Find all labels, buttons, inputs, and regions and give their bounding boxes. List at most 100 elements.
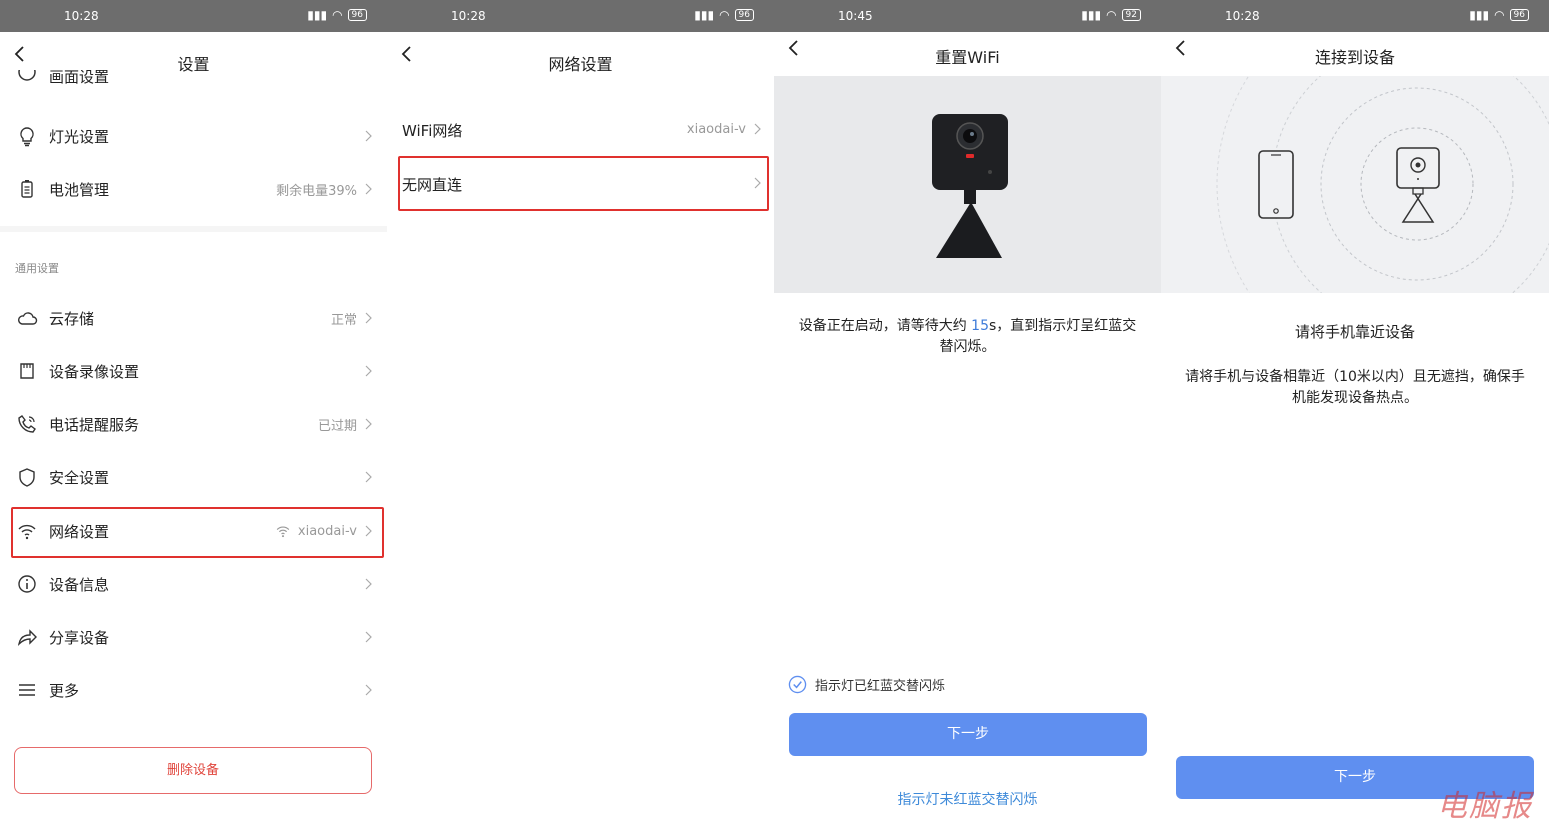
proximity-illustration: [1161, 76, 1549, 293]
page-title: 连接到设备: [1314, 48, 1395, 67]
battery-status-icon: 92: [1121, 9, 1141, 21]
camera-illustration: [774, 76, 1161, 293]
wifi-status-icon: ◠: [1106, 8, 1117, 22]
settings-item-recording[interactable]: 设备录像设置: [0, 345, 387, 397]
section-label: 通用设置: [15, 262, 59, 275]
settings-item-cloud[interactable]: 云存储 正常: [0, 292, 387, 344]
signal-icon: ▮▮▮: [307, 8, 328, 22]
chevron-right-icon: [365, 130, 372, 142]
share-icon: [17, 629, 37, 647]
chevron-right-icon: [365, 684, 372, 696]
signal-icon: ▮▮▮: [694, 8, 715, 22]
cloud-icon: [18, 312, 38, 325]
battery-status-icon: 96: [734, 9, 754, 21]
settings-item-label: 更多: [49, 681, 80, 700]
status-time: 10:28: [64, 9, 99, 23]
bulb-icon: [20, 127, 34, 147]
chevron-right-icon: [365, 183, 372, 195]
status-time: 10:28: [451, 9, 486, 23]
confirm-checkbox-row[interactable]: 指示灯已红蓝交替闪烁: [788, 675, 945, 694]
signal-rings-icon: [1216, 76, 1549, 293]
signal-icon: ▮▮▮: [1081, 8, 1102, 22]
settings-item-label: 云存储: [49, 309, 95, 328]
status-bar: 10:45 ▮▮▮ ◠ 92: [774, 0, 1161, 32]
nav-bar: 重置WiFi: [774, 32, 1161, 78]
status-bar: 10:28 ▮▮▮ ◠ 96: [1161, 0, 1549, 32]
heading-text: 请将手机靠近设备: [1294, 323, 1415, 341]
settings-item-device-info[interactable]: 设备信息: [0, 558, 387, 610]
status-icons: ▮▮▮ ◠ 96: [694, 8, 754, 22]
status-time: 10:45: [838, 9, 873, 23]
phone-icon: [18, 415, 36, 433]
highlight-box-network: [11, 507, 384, 558]
instruction-text: 请将手机与设备相靠近（10米以内）且无遮挡，确保手机能发现设备热点。: [1185, 369, 1525, 406]
row-value: xiaodai-v: [686, 122, 746, 137]
settings-item-battery[interactable]: 电池管理 剩余电量39%: [0, 163, 387, 215]
not-blinking-link[interactable]: 指示灯未红蓝交替闪烁: [774, 789, 1161, 809]
settings-item-value: 已过期: [317, 418, 357, 434]
phone-device-icon: [1258, 150, 1294, 219]
menu-icon: [19, 684, 35, 696]
instruction-text-part1: 设备正在启动，请等待大约: [798, 318, 972, 334]
chevron-right-icon: [365, 631, 372, 643]
battery-status-icon: 96: [347, 9, 367, 21]
connect-device-panel: 10:28 ▮▮▮ ◠ 96 连接到设备 请将手机靠近设备 请将手机与设备相靠近…: [1161, 0, 1549, 839]
chevron-right-icon: [365, 312, 372, 324]
status-time: 10:28: [1225, 9, 1260, 23]
highlight-box-direct-connect: [398, 156, 769, 211]
settings-item-label: 分享设备: [49, 628, 110, 647]
settings-item-phone-alert[interactable]: 电话提醒服务 已过期: [0, 398, 387, 450]
network-settings-panel: 10:28 ▮▮▮ ◠ 96 网络设置 WiFi网络 xiaodai-v 无网直…: [387, 0, 774, 839]
shield-icon: [19, 468, 35, 487]
section-divider: [0, 226, 387, 232]
partial-row: 画面设置: [0, 70, 387, 92]
settings-item-label: 安全设置: [49, 468, 110, 487]
camera-device-icon: [932, 114, 1008, 258]
delete-device-button[interactable]: 删除设备: [14, 747, 372, 794]
settings-item-light[interactable]: 灯光设置: [0, 110, 387, 162]
settings-item-label: 电话提醒服务: [49, 415, 140, 434]
camera-outline-icon: [1396, 147, 1440, 223]
checkbox-label: 指示灯已红蓝交替闪烁: [815, 679, 946, 694]
status-icons: ▮▮▮ ◠ 96: [307, 8, 367, 22]
wifi-status-icon: ◠: [719, 8, 730, 22]
nav-bar: 连接到设备: [1161, 32, 1549, 78]
instruction-text: 设备正在启动，请等待大约 15s，直到指示灯呈红蓝交替闪烁。: [794, 316, 1141, 358]
chevron-right-icon: [365, 471, 372, 483]
settings-item-security[interactable]: 安全设置: [0, 451, 387, 503]
page-title: 重置WiFi: [935, 48, 1000, 67]
check-circle-icon[interactable]: [788, 675, 807, 694]
settings-item-more[interactable]: 更多: [0, 664, 387, 716]
settings-item-value: 剩余电量39%: [276, 183, 357, 199]
wifi-status-icon: ◠: [332, 8, 343, 22]
reset-wifi-panel: 10:45 ▮▮▮ ◠ 92 重置WiFi 设备正在启动，请等待大约 15s，直…: [774, 0, 1161, 839]
settings-item-value: 正常: [330, 312, 357, 328]
image-settings-icon: [18, 70, 36, 81]
sdcard-icon: [20, 363, 34, 379]
battery-icon: [21, 180, 33, 198]
info-icon: [18, 575, 36, 593]
settings-item-label: 设备信息: [49, 575, 110, 594]
settings-item-share[interactable]: 分享设备: [0, 611, 387, 663]
status-icons: ▮▮▮ ◠ 92: [1081, 8, 1141, 22]
watermark-logo: 电脑报: [1437, 789, 1533, 824]
settings-item-label: 灯光设置: [49, 127, 110, 146]
next-button[interactable]: 下一步: [789, 713, 1147, 756]
page-title: 网络设置: [548, 55, 613, 74]
settings-panel: 10:28 ▮▮▮ ◠ 96 设置 画面设置 灯光设置 电池管理 剩余电量39%…: [0, 0, 387, 839]
chevron-right-icon: [365, 418, 372, 430]
row-label: WiFi网络: [402, 122, 463, 140]
wifi-status-icon: ◠: [1494, 8, 1505, 22]
settings-item-label: 设备录像设置: [49, 362, 140, 381]
chevron-right-icon: [365, 365, 372, 377]
settings-item-label: 电池管理: [49, 180, 110, 199]
chevron-right-icon: [365, 578, 372, 590]
signal-icon: ▮▮▮: [1469, 8, 1490, 22]
partial-row-label: 画面设置: [49, 70, 110, 86]
status-bar: 10:28 ▮▮▮ ◠ 96: [0, 0, 387, 32]
nav-bar: 网络设置: [387, 32, 774, 78]
wifi-network-row[interactable]: WiFi网络 xiaodai-v: [387, 103, 774, 155]
battery-status-icon: 96: [1509, 9, 1529, 21]
status-bar: 10:28 ▮▮▮ ◠ 96: [387, 0, 774, 32]
status-icons: ▮▮▮ ◠ 96: [1469, 8, 1529, 22]
